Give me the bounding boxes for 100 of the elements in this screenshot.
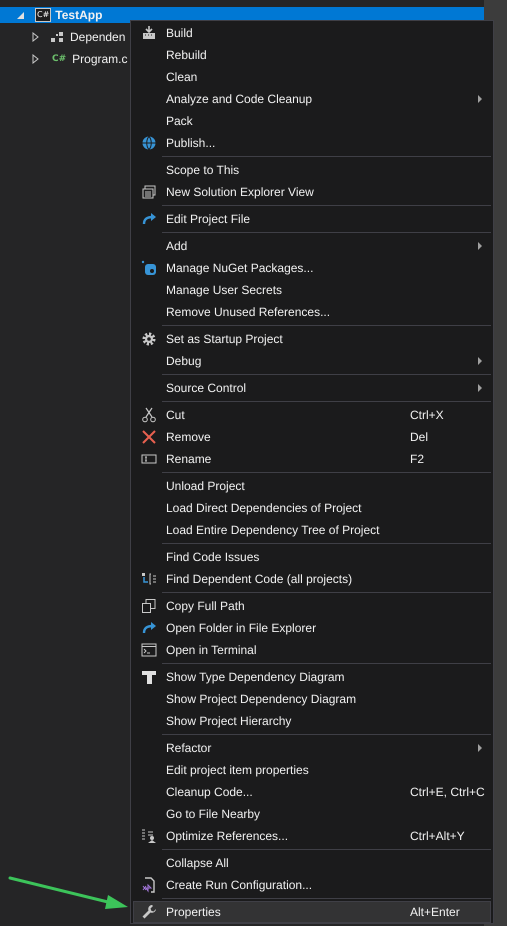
expand-caret-icon[interactable] bbox=[32, 32, 40, 42]
menu-item[interactable]: Scope to This bbox=[133, 159, 491, 181]
blocks-icon bbox=[50, 29, 66, 45]
tree-item-label: TestApp bbox=[55, 8, 102, 22]
menu-item[interactable]: Unload Project bbox=[133, 475, 491, 497]
code-file-icon: C# bbox=[50, 54, 68, 64]
menu-item-label: Source Control bbox=[165, 381, 248, 395]
menu-item-label: Refactor bbox=[165, 741, 212, 755]
menu-item[interactable]: Show Project Dependency Diagram bbox=[133, 688, 491, 710]
menu-item-label: Open Folder in File Explorer bbox=[165, 621, 318, 635]
package-icon bbox=[141, 260, 157, 276]
menu-item[interactable]: Show Type Dependency Diagram bbox=[133, 666, 491, 688]
menu-item[interactable]: Rebuild bbox=[133, 44, 491, 66]
menu-item[interactable]: Remove Unused References... bbox=[133, 301, 491, 323]
menu-item[interactable]: Source Control bbox=[133, 377, 491, 399]
t-letter-icon bbox=[141, 669, 157, 685]
menu-item-label: Analyze and Code Cleanup bbox=[165, 92, 314, 106]
menu-item-label: Manage NuGet Packages... bbox=[165, 261, 314, 275]
menu-item-label: Properties bbox=[165, 905, 222, 919]
menu-item-label: Copy Full Path bbox=[165, 599, 246, 613]
menu-item[interactable]: Optimize References... Ctrl+Alt+Y bbox=[133, 825, 491, 847]
window-list-icon bbox=[141, 184, 157, 200]
menu-item[interactable]: Analyze and Code Cleanup bbox=[133, 88, 491, 110]
menu-item[interactable]: Cut Ctrl+X bbox=[133, 404, 491, 426]
tree-item[interactable]: C# Program.c bbox=[0, 51, 130, 67]
menu-item[interactable]: Debug bbox=[133, 350, 491, 372]
menu-item-label: Remove bbox=[165, 430, 212, 444]
menu-item-label: Create Run Configuration... bbox=[165, 878, 314, 892]
menu-item-label: Load Entire Dependency Tree of Project bbox=[165, 523, 380, 537]
menu-item[interactable]: Open in Terminal bbox=[133, 639, 491, 661]
menu-item[interactable]: Find Dependent Code (all projects) bbox=[133, 568, 491, 590]
menu-item-label: Manage User Secrets bbox=[165, 283, 284, 297]
menu-item[interactable]: Edit project item properties bbox=[133, 759, 491, 781]
menu-item-label: Cut bbox=[165, 408, 186, 422]
globe-icon bbox=[141, 135, 157, 151]
menu-item-label: Clean bbox=[165, 70, 198, 84]
shortcut-label: Ctrl+E, Ctrl+C bbox=[410, 785, 485, 799]
menu-item-label: Show Project Dependency Diagram bbox=[165, 692, 358, 706]
menu-item[interactable]: Clean bbox=[133, 66, 491, 88]
menu-item[interactable]: Find Code Issues bbox=[133, 546, 491, 568]
menu-item-label: Add bbox=[165, 239, 188, 253]
menu-item-label: Publish... bbox=[165, 136, 216, 150]
menu-item-label: Build bbox=[165, 26, 194, 40]
expand-caret-icon[interactable] bbox=[32, 54, 40, 64]
menu-item-label: Edit Project File bbox=[165, 212, 252, 226]
menu-item-label: Scope to This bbox=[165, 163, 240, 177]
menu-item[interactable]: Set as Startup Project bbox=[133, 328, 491, 350]
menu-item[interactable]: Rename F2 bbox=[133, 448, 491, 470]
menu-item[interactable]: Create Run Configuration... bbox=[133, 874, 491, 896]
menu-item-label: Load Direct Dependencies of Project bbox=[165, 501, 362, 515]
shortcut-label: Del bbox=[410, 430, 430, 444]
menu-item-label: Unload Project bbox=[165, 479, 246, 493]
menu-item-label: Remove Unused References... bbox=[165, 305, 332, 319]
menu-item-label: Collapse All bbox=[165, 856, 230, 870]
menu-item-label: Debug bbox=[165, 354, 202, 368]
list-person-icon bbox=[141, 828, 157, 844]
menu-item[interactable]: Copy Full Path bbox=[133, 595, 491, 617]
menu-item[interactable]: Open Folder in File Explorer bbox=[133, 617, 491, 639]
menu-item[interactable]: Load Entire Dependency Tree of Project bbox=[133, 519, 491, 541]
collapse-caret-icon[interactable] bbox=[17, 10, 25, 20]
close-icon bbox=[141, 429, 157, 445]
menu-item[interactable]: Pack bbox=[133, 110, 491, 132]
project-icon: C# bbox=[35, 8, 52, 22]
wrench-icon bbox=[141, 904, 157, 920]
menu-item-label: Rebuild bbox=[165, 48, 208, 62]
menu-item-label: Set as Startup Project bbox=[165, 332, 284, 346]
menu-item[interactable]: Cleanup Code... Ctrl+E, Ctrl+C bbox=[133, 781, 491, 803]
menu-item[interactable]: Load Direct Dependencies of Project bbox=[133, 497, 491, 519]
menu-item-label: Find Dependent Code (all projects) bbox=[165, 572, 354, 586]
menu-item-label: New Solution Explorer View bbox=[165, 185, 315, 199]
tree-item-label: Program.c bbox=[72, 52, 128, 66]
menu-item[interactable]: Remove Del bbox=[133, 426, 491, 448]
shortcut-label: F2 bbox=[410, 452, 426, 466]
shortcut-label: Ctrl+Alt+Y bbox=[410, 829, 466, 843]
scissors-icon bbox=[141, 407, 157, 423]
menu-item[interactable]: Go to File Nearby bbox=[133, 803, 491, 825]
menu-item[interactable]: Manage User Secrets bbox=[133, 279, 491, 301]
menu-item-label: Go to File Nearby bbox=[165, 807, 262, 821]
menu-item[interactable]: Build bbox=[133, 22, 491, 44]
menu-item[interactable]: Properties Alt+Enter bbox=[133, 901, 491, 923]
file-icon bbox=[141, 877, 157, 893]
menu-item[interactable]: Publish... bbox=[133, 132, 491, 154]
curved-arrow-icon bbox=[141, 211, 157, 227]
menu-item[interactable]: Add bbox=[133, 235, 491, 257]
menu-item-label: Edit project item properties bbox=[165, 763, 310, 777]
menu-item-label: Show Type Dependency Diagram bbox=[165, 670, 346, 684]
tree-item-label: Dependen bbox=[70, 30, 126, 44]
menu-item[interactable]: Collapse All bbox=[133, 852, 491, 874]
tree-item[interactable]: Dependen bbox=[0, 29, 130, 45]
menu-item[interactable]: New Solution Explorer View bbox=[133, 181, 491, 203]
menu-item-label: Pack bbox=[165, 114, 194, 128]
menu-item[interactable]: Show Project Hierarchy bbox=[133, 710, 491, 732]
menu-item[interactable]: Edit Project File bbox=[133, 208, 491, 230]
shortcut-label: Ctrl+X bbox=[410, 408, 445, 422]
menu-item-label: Find Code Issues bbox=[165, 550, 260, 564]
menu-item-label: Rename bbox=[165, 452, 212, 466]
menu-item[interactable]: Refactor bbox=[133, 737, 491, 759]
menu-item[interactable]: Manage NuGet Packages... bbox=[133, 257, 491, 279]
terminal-icon bbox=[141, 642, 157, 658]
curved-arrow-icon bbox=[141, 620, 157, 636]
